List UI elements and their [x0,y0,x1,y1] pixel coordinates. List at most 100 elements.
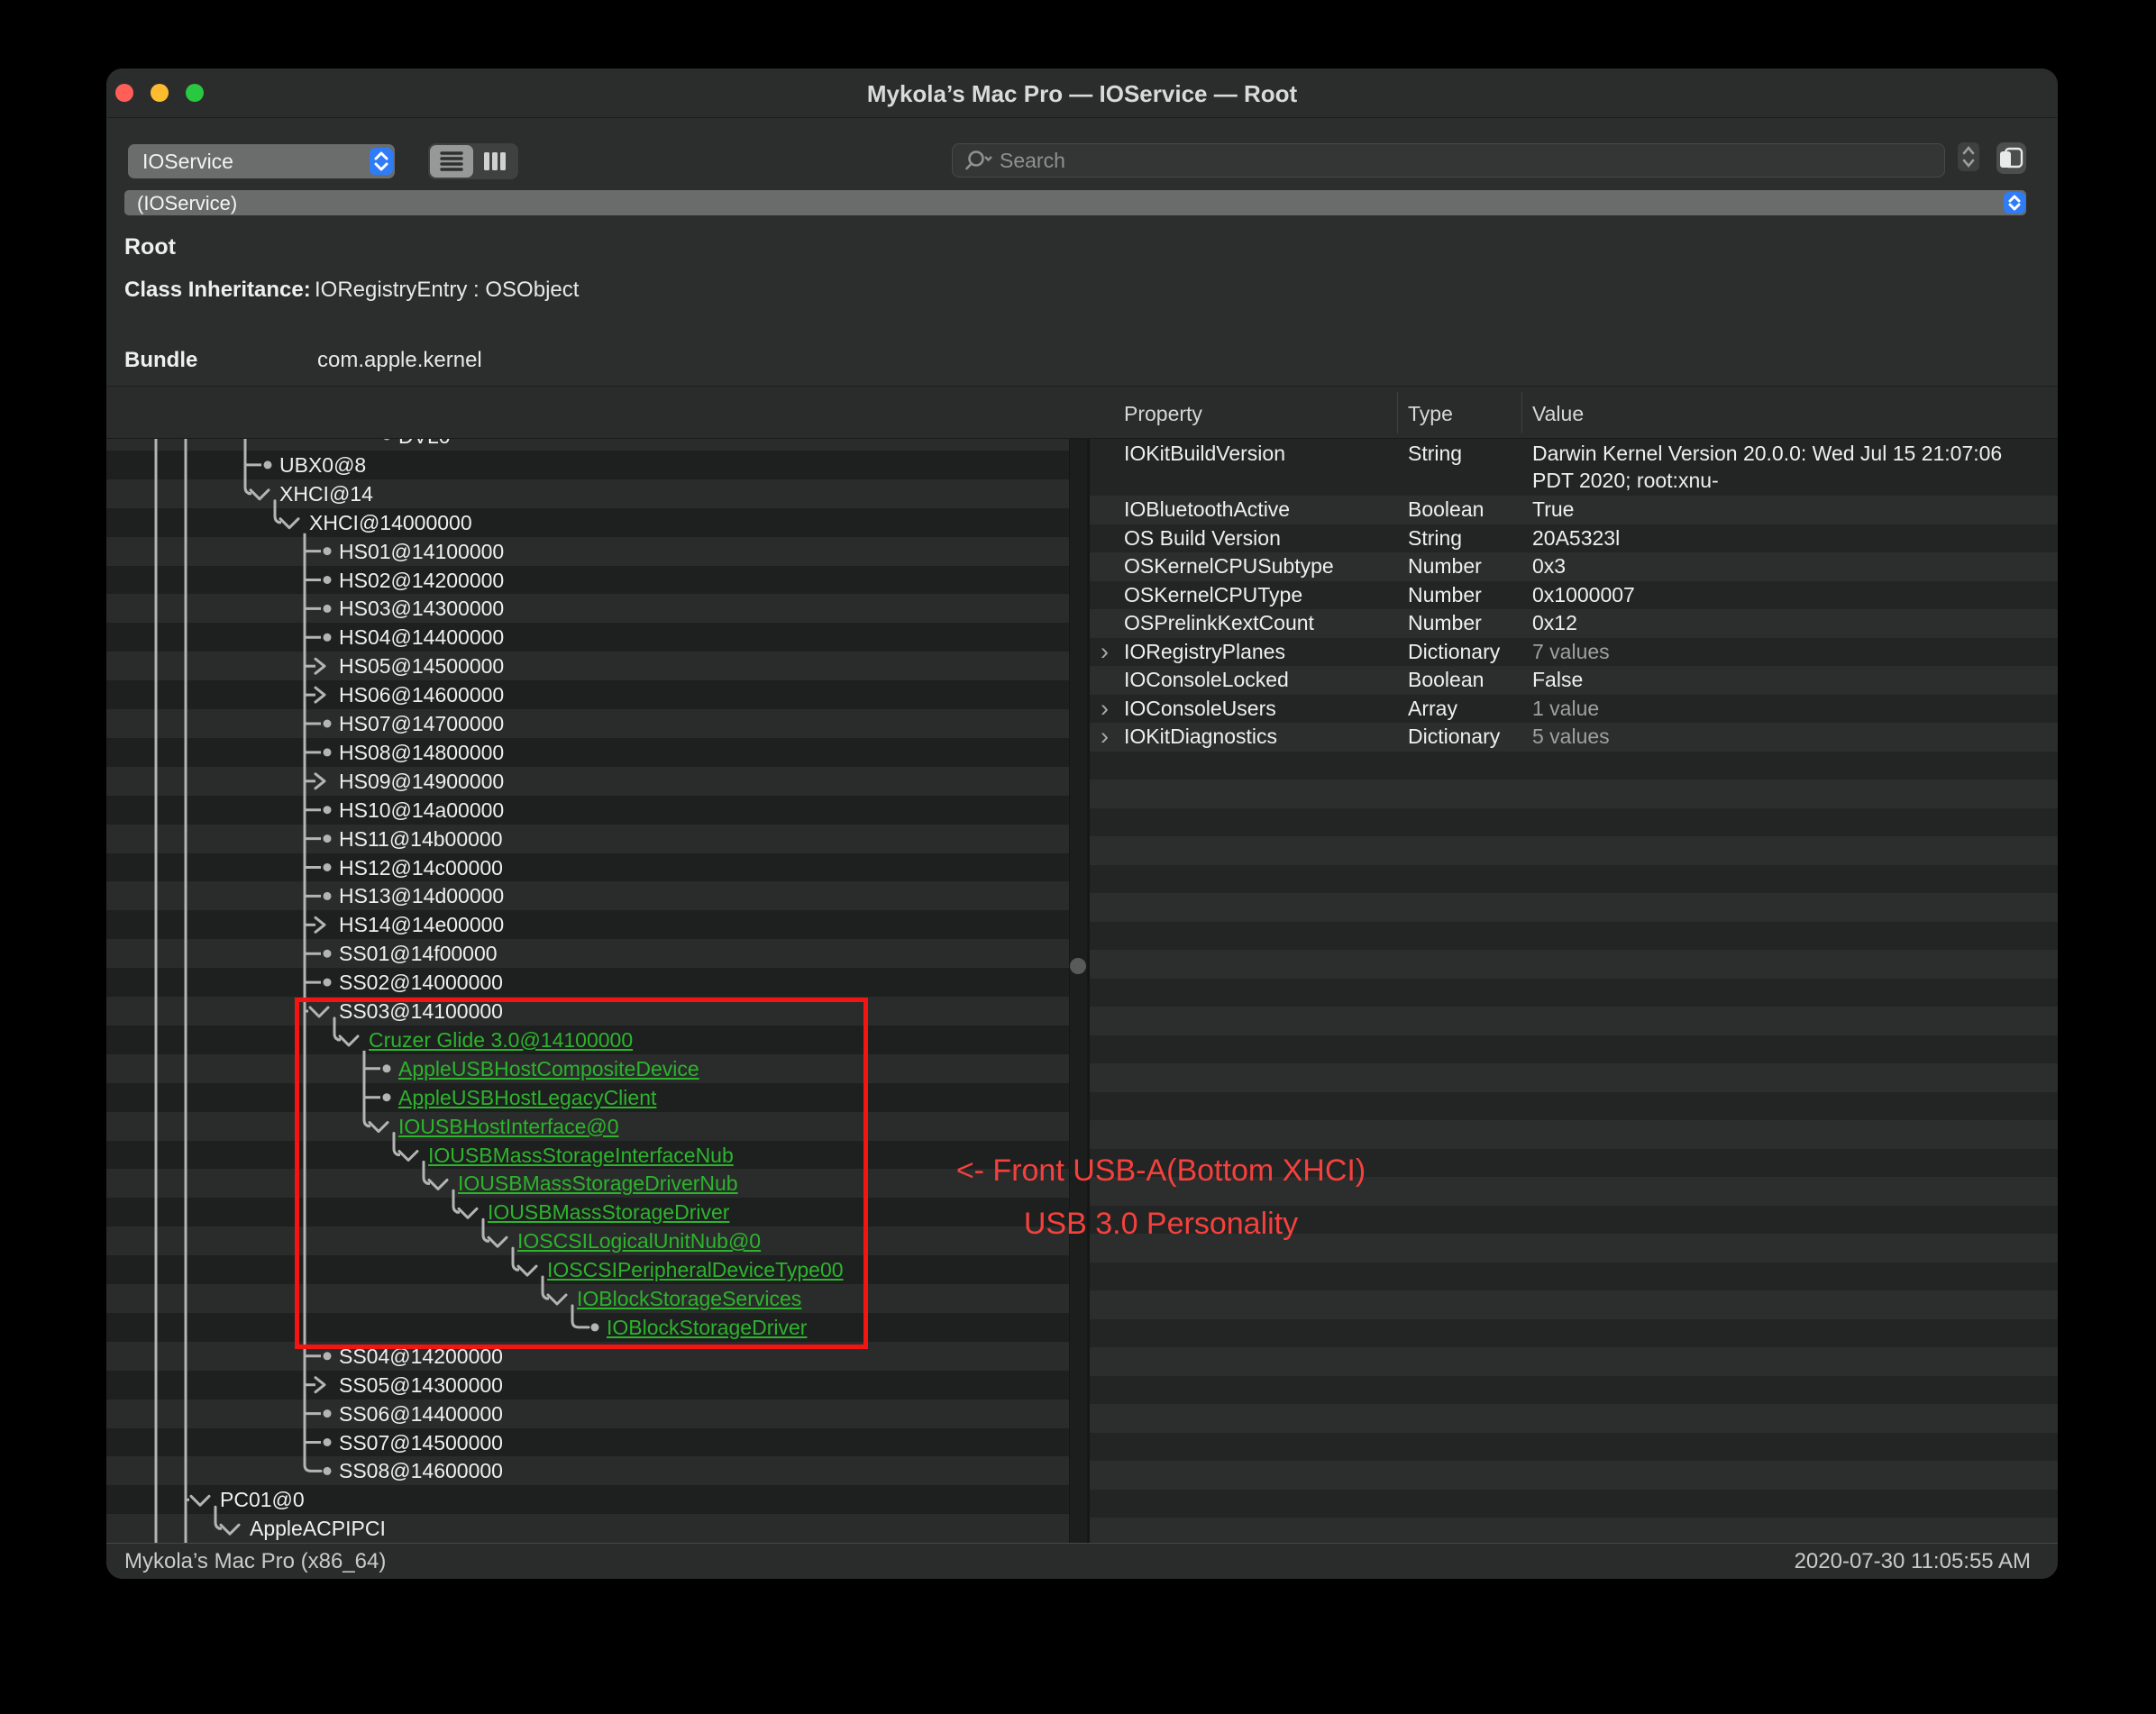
table-empty-row [1090,1290,2058,1319]
column-header-property[interactable]: Property [1124,387,1202,440]
table-empty-row [1090,1490,2058,1518]
tree-node-label[interactable]: SS05@14300000 [339,1371,503,1399]
tree-node-label[interactable]: PC01@0 [220,1485,305,1514]
table-empty-row [1090,1433,2058,1462]
tree-node-label[interactable]: HS14@14e00000 [339,910,504,939]
status-machine-label: Mykola’s Mac Pro (x86_64) [124,1544,386,1579]
table-empty-row [1090,1461,2058,1490]
table-row[interactable]: OSPrelinkKextCountNumber0x12 [1090,609,2058,638]
table-empty-row [1090,893,2058,922]
table-row[interactable]: OS Build VersionString20A5323l [1090,524,2058,553]
table-row[interactable]: ›IOKitDiagnosticsDictionary5 values [1090,723,2058,752]
tree-node-label[interactable]: SS06@14400000 [339,1399,503,1428]
tree-node-label[interactable]: SS02@14000000 [339,968,503,997]
window-title: Mykola’s Mac Pro — IOService — Root [106,68,2058,117]
table-empty-row [1090,1263,2058,1291]
tree-node-label[interactable]: HS03@14300000 [339,594,504,623]
bundle-row: Bundle [124,348,197,373]
table-empty-row [1090,979,2058,1007]
tree-node-label[interactable]: HS13@14d00000 [339,881,504,910]
table-empty-row [1090,1347,2058,1376]
table-empty-row [1090,836,2058,865]
inspector-toggle-button[interactable] [1996,142,2026,174]
column-divider[interactable] [1397,392,1398,433]
table-cell: IOConsoleUsers [1124,695,1276,724]
device-tree-pane[interactable]: DVL0 UBX0@8XHCI@14XHCI@14000000HS01@14100… [106,439,1069,1543]
tree-node-label[interactable]: HS12@14c00000 [339,853,503,882]
tree-node-label[interactable]: HS11@14b00000 [339,825,503,853]
column-view-icon [473,145,516,178]
list-view-icon [430,145,473,178]
table-cell: 0x1000007 [1532,581,2037,610]
table-cell: Boolean [1408,666,1484,695]
ioregistryexplorer-window: Mykola’s Mac Pro — IOService — Root IOSe… [106,68,2058,1579]
table-empty-row [1090,1518,2058,1543]
table-cell: IOConsoleLocked [1124,666,1289,695]
tree-node-label[interactable]: HS08@14800000 [339,738,504,767]
column-header-value[interactable]: Value [1532,387,1584,440]
table-empty-row [1090,1376,2058,1405]
disclosure-triangle-icon[interactable]: › [1101,638,1109,667]
table-cell: OSKernelCPUType [1124,581,1302,610]
tree-node-label[interactable]: HS02@14200000 [339,566,504,595]
list-view-button[interactable] [430,145,473,178]
tree-node-label[interactable]: HS09@14900000 [339,767,504,796]
column-divider[interactable] [1521,392,1522,433]
status-timestamp: 2020-07-30 11:05:55 AM [1795,1544,2031,1579]
tree-scrollbar-thumb[interactable] [1070,958,1086,974]
tree-node-label[interactable]: DVL0 [398,439,451,451]
disclosure-triangle-icon[interactable]: › [1101,723,1109,752]
table-empty-row [1090,922,2058,951]
table-cell: Number [1408,581,1482,610]
table-row[interactable]: IOKitBuildVersionStringDarwin Kernel Ver… [1090,439,2058,496]
table-cell: OS Build Version [1124,524,1281,553]
path-bar-text: (IOService) [137,190,237,215]
search-field[interactable]: Search [952,143,1945,178]
column-header-type[interactable]: Type [1408,387,1453,440]
table-empty-row [1090,1007,2058,1035]
title-bar[interactable]: Mykola’s Mac Pro — IOService — Root [106,68,2058,118]
search-placeholder: Search [1000,144,1065,177]
property-table-pane[interactable]: IOKitBuildVersionStringDarwin Kernel Ver… [1090,439,2058,1543]
table-cell: 20A5323l [1532,524,2037,553]
table-row[interactable]: OSKernelCPUSubtypeNumber0x3 [1090,552,2058,581]
tree-node-label[interactable]: SS07@14500000 [339,1428,503,1457]
table-row[interactable]: ›IORegistryPlanesDictionary7 values [1090,638,2058,667]
path-bar[interactable]: (IOService) [124,190,2026,215]
table-empty-row [1090,808,2058,837]
table-row[interactable]: IOConsoleLocked Boolean False [1090,666,2058,695]
path-popup-stepper-icon[interactable] [2004,192,2025,214]
tree-node-label[interactable]: HS04@14400000 [339,623,504,652]
toolbar-stepper[interactable] [1958,142,1979,171]
table-cell: Array [1408,695,1457,724]
column-view-button[interactable] [473,145,516,178]
tree-node-label[interactable]: HS10@14a00000 [339,796,504,825]
table-cell: False [1532,666,2037,695]
table-cell: Number [1408,552,1482,581]
table-cell: IOKitDiagnostics [1124,723,1277,752]
tree-node-label[interactable]: HS06@14600000 [339,680,504,709]
tree-node-label[interactable]: XHCI@14 [279,479,373,508]
table-cell: IOBluetoothActive [1124,496,1290,524]
annotation-red-box [295,998,868,1349]
tree-node-label[interactable]: XHCI@14000000 [309,508,472,537]
table-empty-row [1090,950,2058,979]
table-row[interactable]: IOBluetoothActiveBooleanTrue [1090,496,2058,524]
tree-node-label[interactable]: SS08@14600000 [339,1456,503,1485]
table-cell: Dictionary [1408,723,1500,752]
table-cell: Number [1408,609,1482,638]
plane-selector-popup[interactable]: IOService [128,144,395,178]
table-cell: 1 value [1532,695,2037,724]
tree-node-label[interactable]: HS01@14100000 [339,537,504,566]
table-row[interactable]: OSKernelCPUType Number 0x1000007 [1090,581,2058,610]
tree-node-label[interactable]: SS01@14f00000 [339,939,498,968]
tree-node-label[interactable]: HS07@14700000 [339,709,504,738]
table-row[interactable]: › IOConsoleUsers Array 1 value [1090,695,2058,724]
disclosure-triangle-icon[interactable]: › [1101,695,1109,724]
plane-selector-label: IOService [142,144,233,178]
tree-scrollbar-track[interactable] [1069,439,1087,1543]
tree-node-label[interactable]: AppleACPIPCI [250,1514,386,1543]
tree-node-label[interactable]: HS05@14500000 [339,652,504,680]
table-cell: 7 values [1532,638,2037,667]
tree-node-label[interactable]: UBX0@8 [279,451,366,479]
